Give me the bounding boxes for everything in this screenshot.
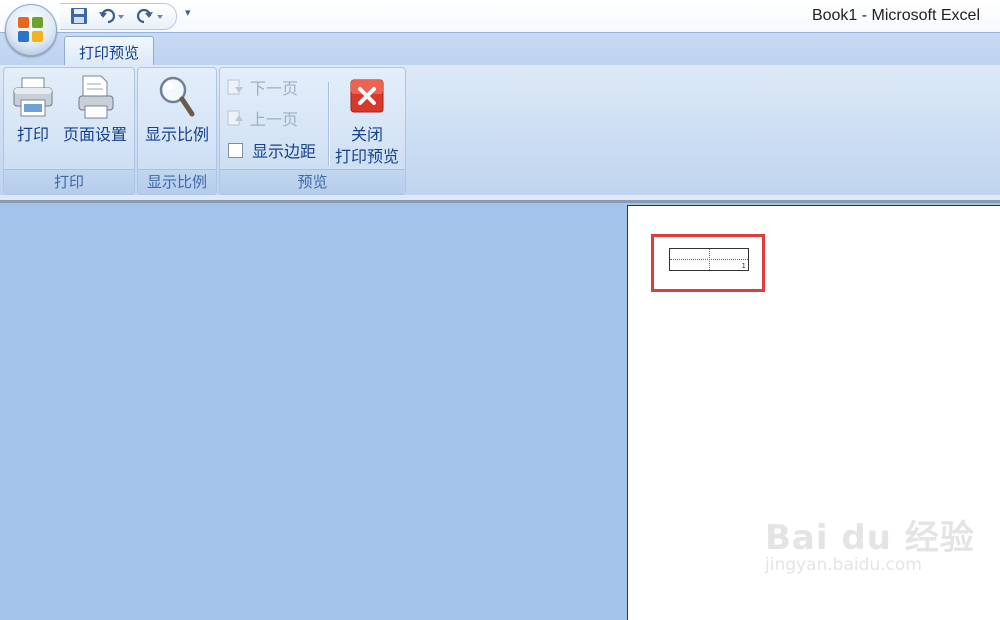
print-label: 打印: [16, 125, 49, 144]
save-icon: [71, 8, 87, 24]
close-print-preview-button[interactable]: 关闭 打印预览: [332, 74, 402, 168]
show-margins-checkbox[interactable]: [228, 142, 243, 158]
page-setup-icon: [78, 75, 114, 119]
quick-access-toolbar: [60, 3, 177, 30]
window-title: Book1 - Microsoft Excel: [811, 7, 980, 24]
previous-page-label: 上一页: [250, 110, 299, 129]
undo-button[interactable]: [96, 6, 128, 26]
close-icon: [350, 79, 384, 113]
next-page-button[interactable]: 下一页: [226, 74, 298, 100]
printer-icon: [13, 77, 53, 117]
print-group-label: 打印: [4, 169, 134, 194]
watermark-brand: Bai du 经验: [765, 518, 975, 558]
show-margins-toggle[interactable]: 显示边距: [226, 137, 316, 163]
close-label-line2: 打印预览: [334, 147, 399, 166]
watermark: Bai du 经验 jingyan.baidu.com: [765, 510, 975, 575]
title-bar: ▾ Book1 - Microsoft Excel: [0, 0, 1000, 34]
preview-group: 下一页 上一页 显示边距 关闭 打印预览 预览: [219, 67, 406, 195]
customize-qat-button[interactable]: ▾: [185, 6, 191, 19]
zoom-group-label: 显示比例: [138, 169, 216, 194]
previous-page-button[interactable]: 上一页: [226, 105, 298, 131]
next-page-label: 下一页: [250, 79, 299, 98]
close-label-line1: 关闭: [350, 125, 383, 144]
redo-icon: [136, 8, 163, 24]
page-setup-label: 页面设置: [62, 125, 127, 144]
zoom-group: 显示比例 显示比例: [137, 67, 217, 195]
undo-icon: [99, 8, 124, 24]
zoom-label: 显示比例: [144, 125, 209, 144]
save-button[interactable]: [68, 6, 90, 26]
preview-group-label: 预览: [220, 169, 405, 194]
ribbon: 打印 页面设置 打印 显示比例 显示比例 下一页 上一页 显示边距 关闭 打印预…: [0, 65, 1000, 196]
print-group: 打印 页面设置 打印: [3, 67, 135, 195]
ribbon-tab-strip: 打印预览: [0, 32, 1000, 67]
show-margins-label: 显示边距: [252, 142, 317, 161]
highlight-annotation: [651, 234, 765, 292]
page-setup-button[interactable]: 页面设置: [60, 74, 130, 146]
print-button[interactable]: 打印: [10, 74, 56, 146]
tab-print-preview[interactable]: 打印预览: [64, 36, 154, 67]
magnifier-icon: [159, 76, 195, 117]
previous-page-icon: [227, 110, 243, 126]
customize-qat-icon: ▾: [185, 6, 191, 19]
next-page-icon: [227, 79, 243, 95]
zoom-button[interactable]: 显示比例: [142, 74, 212, 146]
office-button[interactable]: [5, 4, 57, 56]
redo-button[interactable]: [134, 6, 168, 26]
office-logo-icon: [18, 17, 44, 43]
preview-group-divider: [328, 82, 329, 166]
